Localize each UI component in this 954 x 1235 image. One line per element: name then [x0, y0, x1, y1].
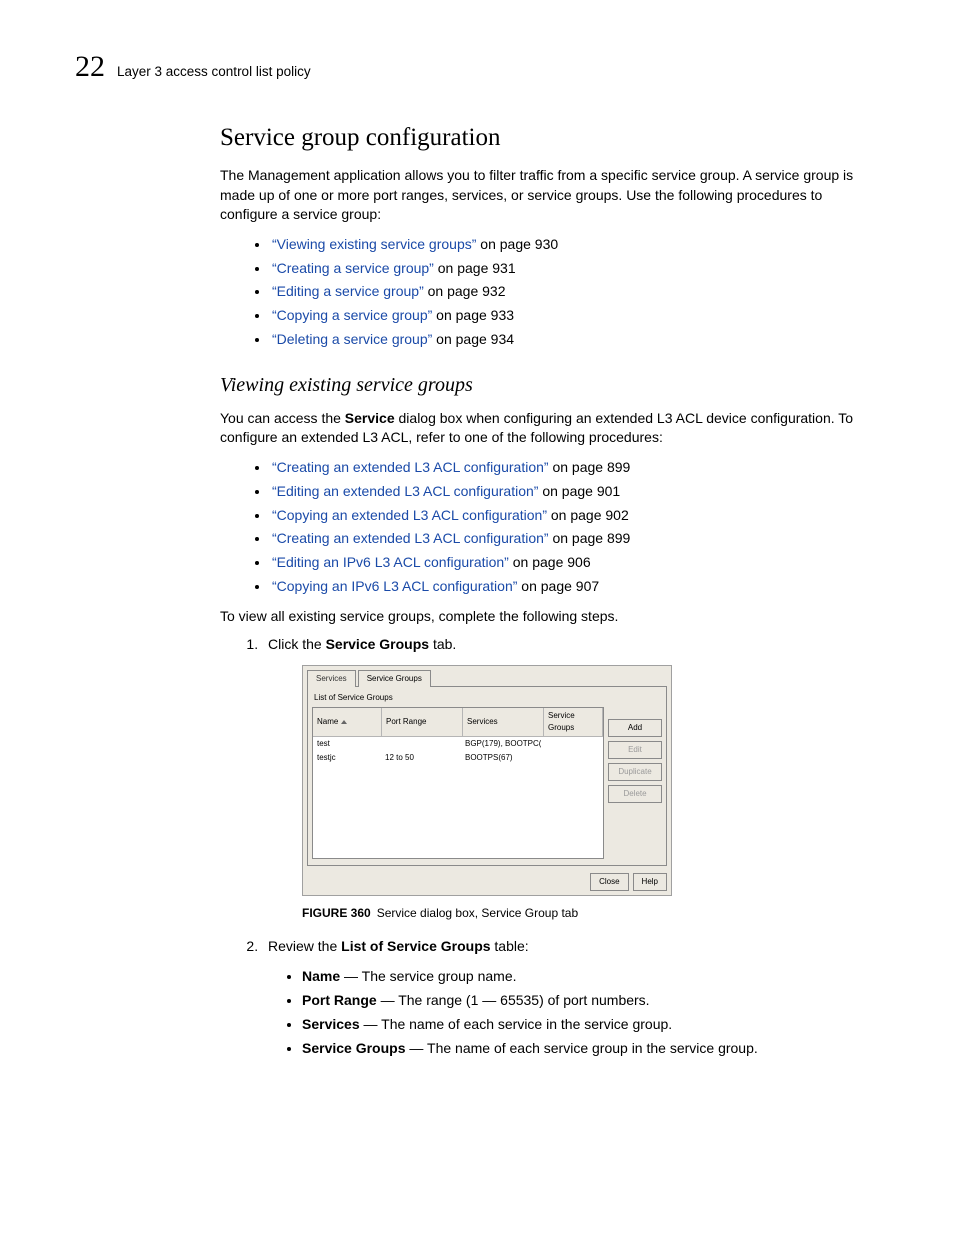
cell-name: test [313, 737, 381, 751]
col-name[interactable]: Name [313, 708, 382, 736]
section-link-list: “Viewing existing service groups” on pag… [220, 233, 879, 352]
cell-services: BGP(179), BOOTPC(... [461, 737, 541, 751]
list-item: Port Range — The range (1 — 65535) of po… [302, 989, 879, 1013]
figure-text: Service dialog box, Service Group tab [377, 906, 578, 920]
xref-link[interactable]: “Editing an extended L3 ACL configuratio… [272, 483, 538, 499]
step-2: Review the List of Service Groups table:… [262, 936, 879, 1060]
list-item: “Copying an extended L3 ACL configuratio… [270, 504, 879, 528]
text-bold: Service Groups [326, 636, 430, 652]
xref-suffix: on page 906 [509, 554, 591, 570]
xref-link[interactable]: “Creating a service group” [272, 260, 434, 276]
xref-link[interactable]: “Editing an IPv6 L3 ACL configuration” [272, 554, 509, 570]
cell-port [381, 737, 461, 751]
xref-link[interactable]: “Editing a service group” [272, 283, 424, 299]
text-bold: List of Service Groups [341, 938, 490, 954]
edit-button[interactable]: Edit [608, 741, 662, 759]
list-label: List of Service Groups [314, 692, 662, 704]
figure-wrap: Services Service Groups List of Service … [302, 665, 672, 896]
xref-link[interactable]: “Copying a service group” [272, 307, 432, 323]
list-item: “Copying an IPv6 L3 ACL configuration” o… [270, 575, 879, 599]
field-label: Name [302, 968, 340, 984]
cell-groups [541, 737, 603, 751]
page-header: 22 Layer 3 access control list policy [75, 50, 879, 84]
field-desc: — The range (1 — 65535) of port numbers. [377, 992, 650, 1008]
cell-groups [541, 751, 603, 765]
list-item: “Editing a service group” on page 932 [270, 280, 879, 304]
list-item: Service Groups — The name of each servic… [302, 1037, 879, 1061]
list-item: “Deleting a service group” on page 934 [270, 328, 879, 352]
step-1: Click the Service Groups tab. Services S… [262, 634, 879, 922]
xref-suffix: on page 933 [432, 307, 514, 323]
xref-suffix: on page 901 [538, 483, 620, 499]
close-button[interactable]: Close [590, 873, 628, 891]
table-row[interactable]: test BGP(179), BOOTPC(... [313, 737, 603, 751]
xref-suffix: on page 902 [547, 507, 629, 523]
col-services[interactable]: Services [463, 708, 544, 736]
steps-list: Click the Service Groups tab. Services S… [220, 634, 879, 1060]
running-title: Layer 3 access control list policy [117, 64, 311, 79]
section-intro: The Management application allows you to… [220, 166, 879, 225]
xref-suffix: on page 930 [476, 236, 558, 252]
section-title: Service group configuration [220, 124, 879, 152]
list-item: “Editing an extended L3 ACL configuratio… [270, 480, 879, 504]
xref-link[interactable]: “Copying an IPv6 L3 ACL configuration” [272, 578, 517, 594]
subsection-intro: You can access the Service dialog box wh… [220, 409, 879, 448]
tab-service-groups[interactable]: Service Groups [358, 670, 431, 687]
list-item: “Creating an extended L3 ACL configurati… [270, 527, 879, 551]
list-item: “Creating a service group” on page 931 [270, 257, 879, 281]
text-run: Review the [268, 938, 341, 954]
xref-link[interactable]: “Creating an extended L3 ACL configurati… [272, 459, 549, 475]
col-service-groups[interactable]: Service Groups [544, 708, 603, 736]
subsection-link-list: “Creating an extended L3 ACL configurati… [220, 456, 879, 599]
table-row[interactable]: testjc 12 to 50 BOOTPS(67) [313, 751, 603, 765]
field-label: Service Groups [302, 1040, 406, 1056]
xref-suffix: on page 934 [432, 331, 514, 347]
add-button[interactable]: Add [608, 719, 662, 737]
list-item: Name — The service group name. [302, 965, 879, 989]
xref-link[interactable]: “Creating an extended L3 ACL configurati… [272, 530, 549, 546]
figure-caption: FIGURE 360 Service dialog box, Service Gr… [302, 904, 879, 922]
xref-link[interactable]: “Copying an extended L3 ACL configuratio… [272, 507, 547, 523]
field-list: Name — The service group name. Port Rang… [268, 965, 879, 1060]
page-number: 22 [75, 50, 105, 84]
sort-asc-icon [341, 720, 347, 724]
subsection-title: Viewing existing service groups [220, 374, 879, 397]
duplicate-button[interactable]: Duplicate [608, 763, 662, 781]
field-label: Services [302, 1016, 360, 1032]
text-run: tab. [429, 636, 456, 652]
list-item: “Viewing existing service groups” on pag… [270, 233, 879, 257]
lead-out: To view all existing service groups, com… [220, 607, 879, 627]
field-desc: — The service group name. [340, 968, 516, 984]
service-groups-table[interactable]: Name Port Range Services Service Groups … [312, 707, 604, 859]
tab-services[interactable]: Services [307, 670, 356, 687]
list-item: Services — The name of each service in t… [302, 1013, 879, 1037]
cell-services: BOOTPS(67) [461, 751, 541, 765]
text-run: You can access the [220, 410, 345, 426]
list-item: “Editing an IPv6 L3 ACL configuration” o… [270, 551, 879, 575]
text-bold: Service [345, 410, 395, 426]
xref-link[interactable]: “Viewing existing service groups” [272, 236, 476, 252]
field-desc: — The name of each service in the servic… [360, 1016, 673, 1032]
delete-button[interactable]: Delete [608, 785, 662, 803]
xref-suffix: on page 899 [549, 459, 631, 475]
list-item: “Copying a service group” on page 933 [270, 304, 879, 328]
xref-suffix: on page 931 [434, 260, 516, 276]
list-item: “Creating an extended L3 ACL configurati… [270, 456, 879, 480]
xref-link[interactable]: “Deleting a service group” [272, 331, 432, 347]
cell-port: 12 to 50 [381, 751, 461, 765]
text-run: Click the [268, 636, 326, 652]
xref-suffix: on page 899 [549, 530, 631, 546]
field-desc: — The name of each service group in the … [406, 1040, 758, 1056]
xref-suffix: on page 907 [517, 578, 599, 594]
xref-suffix: on page 932 [424, 283, 506, 299]
col-port-range[interactable]: Port Range [382, 708, 463, 736]
help-button[interactable]: Help [633, 873, 667, 891]
service-dialog: Services Service Groups List of Service … [302, 665, 672, 896]
field-label: Port Range [302, 992, 377, 1008]
figure-label: FIGURE 360 [302, 906, 371, 920]
cell-name: testjc [313, 751, 381, 765]
text-run: table: [491, 938, 529, 954]
